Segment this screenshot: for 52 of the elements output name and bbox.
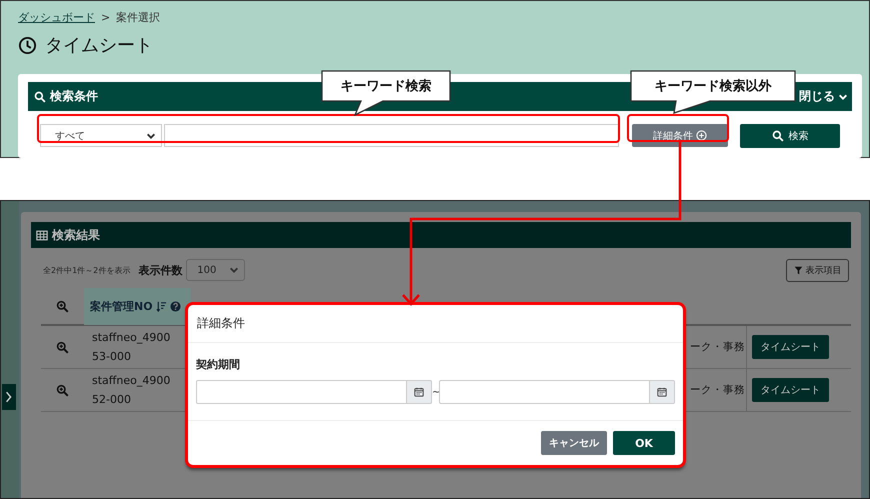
breadcrumb-current: 案件選択 [116,10,160,24]
table-cell: ーク・事務 [690,340,745,354]
breadcrumb-link[interactable]: ダッシュボード [18,10,95,24]
calendar-button[interactable] [407,380,432,404]
calendar-icon [657,387,667,397]
timesheet-button[interactable]: タイムシート [752,335,829,359]
clock-icon [18,36,37,54]
page-title: タイムシート [45,34,153,57]
dialog-title: 詳細条件 [188,305,683,343]
page-size-select[interactable]: 100 [186,259,246,281]
collapse-toggle[interactable]: 閉じる [799,88,848,105]
table-cell-text: staffneo_4900 [92,331,172,344]
plus-circle-icon [696,130,707,141]
table-cell-text: staffneo_4900 [92,374,172,387]
search-button[interactable]: 検索 [740,124,840,148]
timesheet-button[interactable]: タイムシート [752,378,829,402]
table-cell: ーク・事務 [690,383,745,397]
sort-icon[interactable] [156,301,167,312]
column-header[interactable]: 案件管理NO [84,288,191,325]
panel-title: 検索結果 [52,226,100,244]
filter-icon [794,266,802,274]
field-label: 契約期間 [196,357,241,372]
date-field[interactable] [196,380,407,404]
cancel-button[interactable]: キャンセル [541,431,607,455]
keyword-field[interactable] [164,124,619,147]
sidebar-toggle[interactable] [2,384,16,410]
page-size-label: 表示件数 [138,262,182,278]
table-cell-text: 53-000 [92,350,132,363]
search-icon [772,130,784,142]
chevron-icon [5,391,13,403]
chevron-icon [838,92,848,102]
scope-select[interactable]: すべて [40,124,162,147]
breadcrumb-separator: > [101,10,110,24]
callout-text: キーワード検索 [340,78,432,95]
search-icon [34,90,46,102]
columns-button[interactable]: 表示項目 [786,258,849,282]
help-icon[interactable] [170,301,181,312]
result-summary: 全2件中1件～2件を表示 [43,264,130,276]
table-cell-text: 52-000 [92,393,132,406]
chevron-icon [229,265,240,275]
panel-title: 検索条件 [50,88,98,105]
calendar-button[interactable] [650,380,675,404]
chevron-icon [146,130,156,140]
table-icon [36,230,48,240]
zoom-icon[interactable] [56,300,69,313]
detail-button[interactable]: 詳細条件 [632,124,728,147]
ok-button[interactable]: OK [613,431,675,455]
callout-text: キーワード検索以外 [654,78,772,95]
calendar-icon [414,387,424,397]
zoom-icon[interactable] [56,340,69,354]
zoom-icon[interactable] [56,384,69,396]
date-field[interactable] [439,380,650,404]
